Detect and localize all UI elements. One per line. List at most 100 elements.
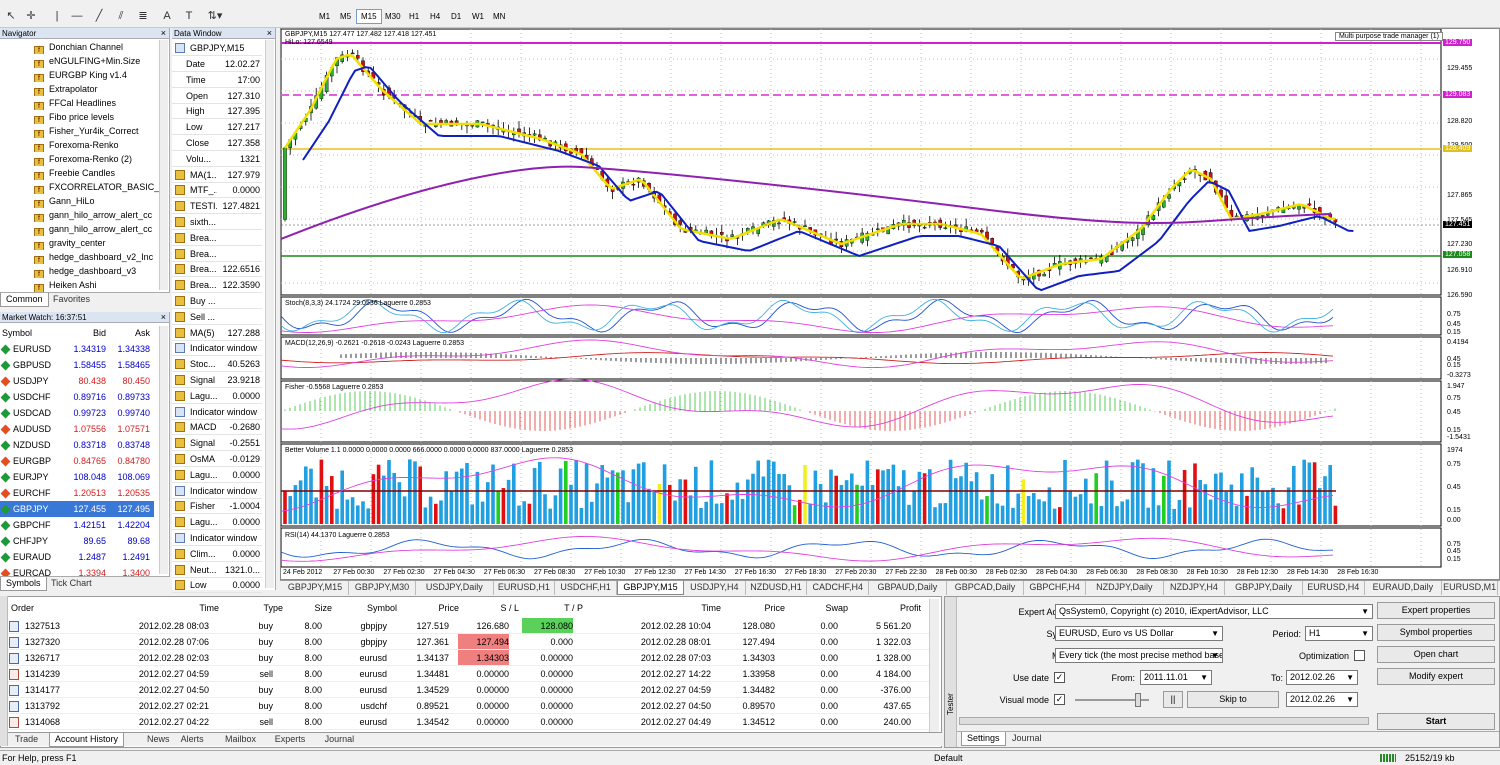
market-watch-row[interactable]: USDCHF 0.89716 0.89733: [0, 389, 154, 405]
chart-tab[interactable]: GBPCHF,H4: [1024, 581, 1086, 595]
close-icon[interactable]: ×: [267, 28, 272, 39]
scrollbar[interactable]: [159, 40, 168, 290]
symbol-select[interactable]: EURUSD, Euro vs US Dollar ▼: [1055, 626, 1223, 641]
market-watch-row[interactable]: GBPUSD 1.58455 1.58465: [0, 357, 154, 373]
timeframe-m1[interactable]: M1: [314, 9, 335, 24]
column-header[interactable]: Type: [263, 601, 283, 615]
chart-tab[interactable]: GBPJPY,M15: [617, 581, 684, 595]
navigator-item[interactable]: f Forexoma-Renko: [34, 138, 159, 152]
tab-journal[interactable]: Journal: [1007, 732, 1047, 746]
column-header[interactable]: Symbol: [367, 601, 397, 615]
navigator-item[interactable]: f Donchian Channel: [34, 40, 159, 54]
column-header[interactable]: T / P: [564, 601, 583, 615]
trade-manager-label[interactable]: Multi purpose trade manager (1): [1335, 32, 1443, 41]
tab-tick-chart[interactable]: Tick Chart: [46, 577, 97, 591]
market-watch-row[interactable]: GBPJPY 127.455 127.495: [0, 501, 154, 517]
order-row[interactable]: 1313792 2012.02.27 02:21 buy 8.00 usdchf 0.89…: [1, 698, 931, 714]
chart-tab[interactable]: EURUSD,H1: [494, 581, 556, 595]
navigator-item[interactable]: f Extrapolator: [34, 82, 159, 96]
tab-symbols[interactable]: Symbols: [0, 577, 47, 591]
market-watch-row[interactable]: EURCHF 1.20513 1.20535: [0, 485, 154, 501]
timeframe-d1[interactable]: D1: [446, 9, 466, 24]
timeframe-m5[interactable]: M5: [335, 9, 356, 24]
timeframe-mn[interactable]: MN: [488, 9, 510, 24]
modify-expert-button[interactable]: Modify expert: [1377, 668, 1495, 685]
chart-tab[interactable]: NZDJPY,H4: [1164, 581, 1226, 595]
chart-tab[interactable]: USDJPY,Daily: [416, 581, 494, 595]
timeframe-m15[interactable]: M15: [356, 9, 382, 24]
chart-tab[interactable]: NZDJPY,Daily: [1086, 581, 1164, 595]
order-row[interactable]: 1326717 2012.02.28 02:03 buy 8.00 eurusd 1.34…: [1, 650, 931, 666]
scrollbar[interactable]: [159, 326, 168, 574]
navigator-item[interactable]: f hedge_dashboard_v3: [34, 264, 159, 278]
chart-tab[interactable]: EURUSD,M1: [1442, 581, 1498, 595]
chart-window[interactable]: GBPJPY,M15 127.477 127.482 127.418 127.4…: [280, 28, 1500, 580]
column-header[interactable]: S / L: [500, 601, 519, 615]
market-watch-row[interactable]: EURJPY 108.048 108.069: [0, 469, 154, 485]
tab-journal[interactable]: Journal: [320, 733, 360, 747]
fibonacci-icon[interactable]: ≣: [136, 9, 150, 23]
start-button[interactable]: Start: [1377, 713, 1495, 730]
arrows-icon[interactable]: ⇅▾: [204, 9, 226, 23]
text-icon[interactable]: A: [160, 9, 174, 23]
chart-tab[interactable]: CADCHF,H4: [807, 581, 870, 595]
column-header[interactable]: Time: [199, 601, 219, 615]
chart-tab[interactable]: USDCHF,H1: [555, 581, 617, 595]
column-header[interactable]: Price: [764, 601, 785, 615]
tab-account-history[interactable]: Account History: [49, 733, 125, 747]
order-row[interactable]: 1327320 2012.02.28 07:06 buy 8.00 gbpjpy 127.…: [1, 634, 931, 650]
navigator-item[interactable]: f gravity_center: [34, 236, 159, 250]
expert-properties-button[interactable]: Expert properties: [1377, 602, 1495, 619]
tab-alerts[interactable]: Alerts: [176, 733, 209, 747]
market-watch-row[interactable]: GBPCHF 1.42151 1.42204: [0, 517, 154, 533]
tab-favorites[interactable]: Favorites: [48, 293, 95, 307]
column-header[interactable]: Order: [11, 601, 34, 615]
navigator-item[interactable]: f Gann_HiLo: [34, 194, 159, 208]
crosshair-icon[interactable]: ✛: [24, 9, 38, 23]
to-date[interactable]: 2012.02.26 ▼: [1286, 670, 1358, 685]
visual-mode-checkbox[interactable]: ✓: [1054, 694, 1065, 705]
trendline-icon[interactable]: ╱: [92, 9, 106, 23]
skip-date[interactable]: 2012.02.26 ▼: [1286, 692, 1358, 707]
channel-icon[interactable]: ⫽: [114, 9, 128, 23]
column-header[interactable]: Profit: [900, 601, 921, 615]
close-icon[interactable]: ×: [161, 312, 166, 323]
market-watch-row[interactable]: USDCAD 0.99723 0.99740: [0, 405, 154, 421]
col-symbol[interactable]: Symbol: [2, 326, 32, 340]
speed-slider-handle[interactable]: [1135, 693, 1141, 707]
navigator-item[interactable]: f Freebie Candles: [34, 166, 159, 180]
horizontal-line-icon[interactable]: —: [70, 9, 84, 23]
symbol-properties-button[interactable]: Symbol properties: [1377, 624, 1495, 641]
tab-trade[interactable]: Trade: [10, 733, 43, 747]
order-row[interactable]: 1314239 2012.02.27 04:59 sell 8.00 eurusd 1.3…: [1, 666, 931, 682]
column-header[interactable]: Swap: [825, 601, 848, 615]
chart-tab[interactable]: NZDUSD,H1: [746, 581, 808, 595]
market-watch-row[interactable]: CHFJPY 89.65 89.68: [0, 533, 154, 549]
tab-common[interactable]: Common: [0, 293, 49, 307]
navigator-item[interactable]: f FFCal Headlines: [34, 96, 159, 110]
vertical-line-icon[interactable]: |: [52, 9, 62, 23]
navigator-item[interactable]: f gann_hilo_arrow_alert_cc: [34, 208, 159, 222]
use-date-checkbox[interactable]: ✓: [1054, 672, 1065, 683]
navigator-item[interactable]: f Fisher_Yur4ik_Correct: [34, 124, 159, 138]
timeframe-h4[interactable]: H4: [425, 9, 445, 24]
market-watch-row[interactable]: USDJPY 80.438 80.450: [0, 373, 154, 389]
chart-tab[interactable]: GBPCAD,Daily: [947, 581, 1025, 595]
scrollbar[interactable]: [929, 599, 939, 733]
navigator-item[interactable]: f eNGULFING+Min.Size: [34, 54, 159, 68]
period-select[interactable]: H1 ▼: [1305, 626, 1373, 641]
timeframe-m30[interactable]: M30: [380, 9, 406, 24]
navigator-item[interactable]: f FXCORRELATOR_BASIC_I: [34, 180, 159, 194]
navigator-item[interactable]: f hedge_dashboard_v2_Inc: [34, 250, 159, 264]
column-header[interactable]: Time: [701, 601, 721, 615]
scrollbar[interactable]: [265, 40, 274, 588]
navigator-item[interactable]: f gann_hilo_arrow_alert_cc: [34, 222, 159, 236]
close-icon[interactable]: ×: [161, 28, 166, 39]
tab-settings[interactable]: Settings: [961, 732, 1006, 746]
navigator-item[interactable]: f Fibo price levels: [34, 110, 159, 124]
tab-experts[interactable]: Experts: [270, 733, 311, 747]
column-header[interactable]: Price: [438, 601, 459, 615]
timeframe-h1[interactable]: H1: [404, 9, 424, 24]
text-label-icon[interactable]: T: [182, 9, 196, 23]
chart-tab[interactable]: EURUSD,H4: [1303, 581, 1365, 595]
